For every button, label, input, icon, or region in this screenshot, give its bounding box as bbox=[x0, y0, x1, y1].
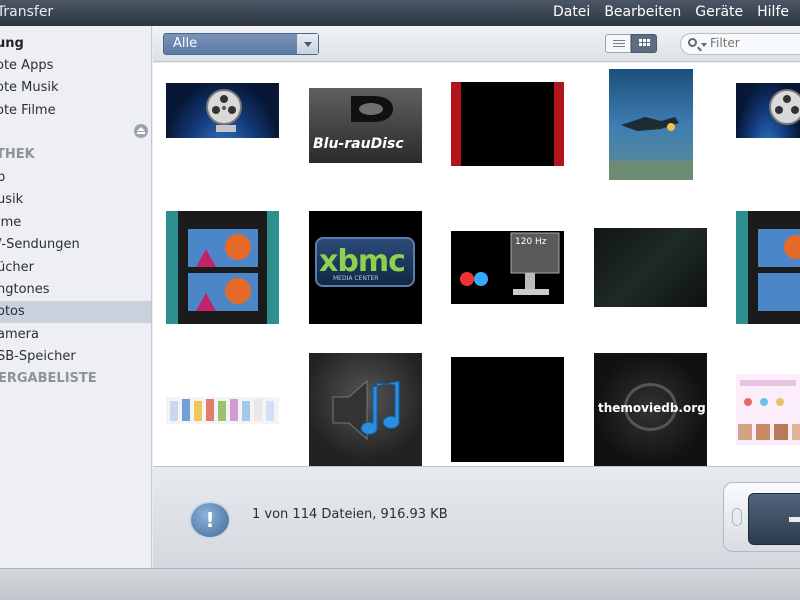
sidebar-item-label: ung bbox=[0, 36, 24, 51]
transfer-button[interactable] bbox=[723, 482, 800, 552]
filmstrip-balloon-icon bbox=[736, 211, 800, 324]
photo-grid: Blu-rauDisc xbmc MEDIA CENTER 120 Hz the… bbox=[153, 63, 800, 466]
speaker-note-icon bbox=[332, 379, 400, 441]
thumbnail-3d-monitor[interactable]: 120 Hz bbox=[451, 231, 564, 304]
sidebar-item-label: amera bbox=[0, 327, 39, 342]
sidebar-item-usb-storage[interactable]: SB-Speicher bbox=[0, 346, 151, 368]
thumbnail-itunes-speaker[interactable] bbox=[309, 353, 422, 466]
sidebar-item-music[interactable]: usik bbox=[0, 189, 151, 211]
title-bar: iTransfer Datei Bearbeiten Geräte Hilfe bbox=[0, 0, 800, 26]
filter-dropdown[interactable]: Alle bbox=[163, 33, 319, 55]
sidebar-item-apps[interactable]: p bbox=[0, 167, 151, 189]
sidebar-item-label: /-Sendungen bbox=[0, 237, 80, 252]
xbmc-logo-text: xbmc bbox=[319, 244, 406, 279]
themoviedb-text: themoviedb.org bbox=[598, 401, 706, 415]
slot-indicator bbox=[732, 508, 742, 526]
menu-hilfe[interactable]: Hilfe bbox=[757, 4, 789, 20]
transfer-arrow-icon bbox=[748, 493, 800, 545]
sidebar-item-remote-apps[interactable]: ote Apps bbox=[0, 55, 151, 77]
eject-icon[interactable] bbox=[134, 124, 148, 138]
chevron-down-icon[interactable] bbox=[297, 34, 318, 54]
grid-dot bbox=[639, 43, 642, 46]
filmstrip-balloon-icon bbox=[166, 211, 279, 324]
sidebar-item-label: ote Apps bbox=[0, 58, 54, 73]
playlist-heading: ERGABELISTE bbox=[0, 371, 97, 386]
sidebar-item-label: otos bbox=[0, 304, 25, 319]
xbmc-subtext: MEDIA CENTER bbox=[333, 275, 379, 282]
filter-dropdown-value: Alle bbox=[173, 36, 198, 51]
kids-chart-shape bbox=[738, 380, 800, 440]
thumbnail-film-reel[interactable] bbox=[166, 83, 279, 138]
thumbnail-diver[interactable] bbox=[609, 69, 693, 180]
monitor-text: 120 Hz bbox=[515, 237, 547, 247]
thumbnail-kids-chart[interactable] bbox=[736, 374, 800, 445]
sidebar-item-device[interactable]: ung bbox=[0, 33, 151, 55]
list-view-button[interactable] bbox=[605, 34, 631, 53]
thumbnail-black[interactable] bbox=[451, 357, 564, 462]
thumbnail-bluray[interactable]: Blu-rauDisc bbox=[309, 88, 422, 163]
list-line bbox=[613, 43, 625, 44]
thumbnail-xbmc[interactable]: xbmc MEDIA CENTER bbox=[309, 211, 422, 324]
sidebar-item-ringtones[interactable]: ngtones bbox=[0, 279, 151, 301]
app-title: iTransfer bbox=[0, 4, 54, 20]
bottom-bar bbox=[0, 568, 800, 600]
search-icon[interactable] bbox=[688, 38, 697, 47]
grid-dot bbox=[643, 39, 646, 42]
film-reel-icon bbox=[769, 89, 800, 125]
grid-dot bbox=[647, 43, 650, 46]
sidebar-item-remote-movies[interactable]: ote Filme bbox=[0, 100, 151, 122]
sidebar-item-remote-music[interactable]: ote Musik bbox=[0, 77, 151, 99]
sidebar-item-label: ote Musik bbox=[0, 80, 59, 95]
thumbnail-film-reel-2[interactable] bbox=[736, 83, 800, 138]
sidebar-item-books[interactable]: ücher bbox=[0, 257, 151, 279]
sidebar-item-label: usik bbox=[0, 192, 24, 207]
thumbnail-filmstrip-balloon-2[interactable] bbox=[736, 211, 800, 324]
sidebar-item-label: p bbox=[0, 167, 5, 189]
thumbnail-themoviedb[interactable]: themoviedb.org bbox=[594, 353, 707, 466]
search-field[interactable] bbox=[680, 33, 800, 55]
menu-datei[interactable]: Datei bbox=[553, 4, 590, 20]
list-line bbox=[613, 40, 625, 41]
grid-dot bbox=[647, 39, 650, 42]
grid-dot bbox=[639, 39, 642, 42]
bluray-text: Blu-rauDisc bbox=[313, 136, 404, 152]
colored-bars-shape bbox=[170, 399, 274, 421]
thumbnail-dark-green[interactable] bbox=[594, 228, 707, 307]
sidebar-item-movies[interactable]: lme bbox=[0, 212, 151, 234]
status-text: 1 von 114 Dateien, 916.93 KB bbox=[252, 507, 448, 522]
film-reel-icon bbox=[206, 89, 242, 132]
sidebar-item-label: ngtones bbox=[0, 282, 50, 297]
sidebar-item-photos[interactable]: otos bbox=[0, 301, 151, 323]
sidebar-item-label: lme bbox=[0, 215, 22, 230]
grid-dot bbox=[643, 43, 646, 46]
sidebar-item-label: SB-Speicher bbox=[0, 349, 76, 364]
3d-monitor-icon bbox=[460, 232, 560, 295]
sidebar: ung ote Apps ote Musik ote Filme THEK p … bbox=[0, 26, 152, 568]
toolbar: Alle bbox=[153, 26, 800, 62]
search-options-icon[interactable] bbox=[701, 43, 707, 47]
menu-geraete[interactable]: Geräte bbox=[695, 4, 743, 20]
sidebar-item-camera[interactable]: amera bbox=[0, 324, 151, 346]
sidebar-item-label: ücher bbox=[0, 260, 34, 275]
thumbnail-filmstrip-balloon[interactable] bbox=[166, 211, 279, 324]
status-bar: 1 von 114 Dateien, 916.93 KB bbox=[153, 466, 800, 568]
search-input[interactable] bbox=[710, 36, 800, 50]
thumbnail-red-border[interactable] bbox=[451, 82, 564, 166]
grid-view-button[interactable] bbox=[631, 34, 657, 53]
menu-bar: Datei Bearbeiten Geräte Hilfe bbox=[553, 4, 789, 20]
library-heading: THEK bbox=[0, 147, 35, 162]
list-line bbox=[613, 46, 625, 47]
sidebar-item-label: ote Filme bbox=[0, 103, 56, 118]
menu-bearbeiten[interactable]: Bearbeiten bbox=[604, 4, 681, 20]
info-icon bbox=[189, 501, 231, 539]
sidebar-item-tv-shows[interactable]: /-Sendungen bbox=[0, 234, 151, 256]
diver-shape bbox=[609, 117, 693, 180]
thumbnail-colored-bars[interactable] bbox=[166, 397, 279, 424]
